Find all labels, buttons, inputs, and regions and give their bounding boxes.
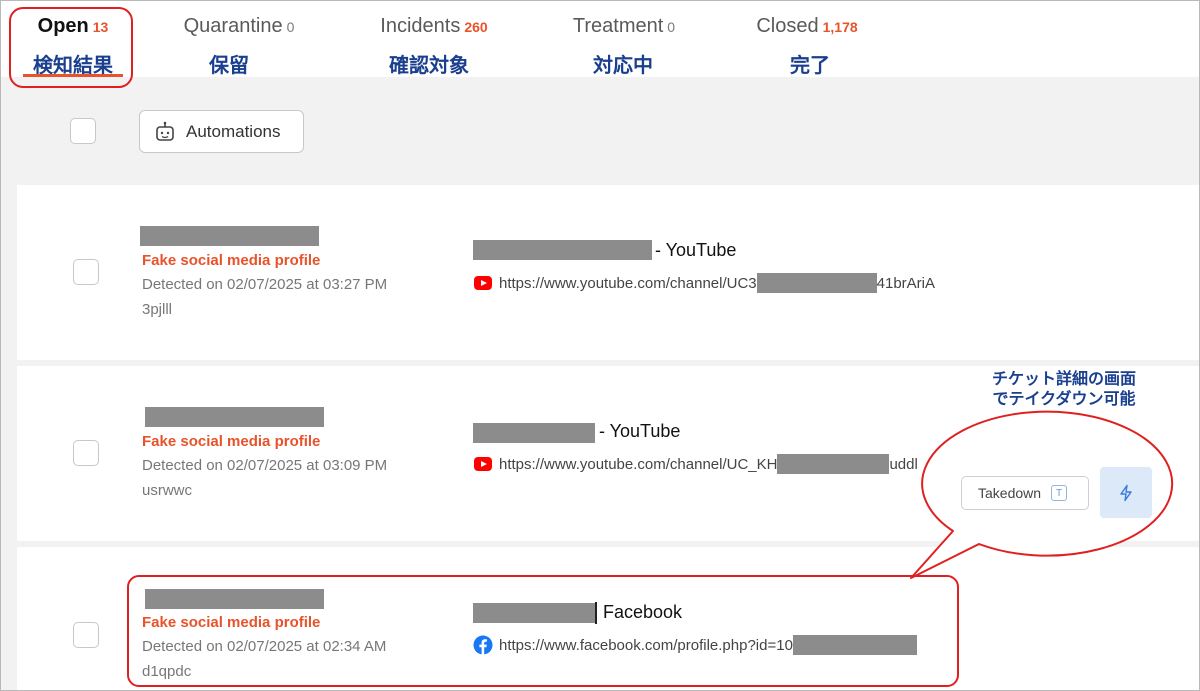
- url-prefix: https://www.youtube.com/channel/UC_KH: [499, 455, 778, 473]
- app-frame: Open 13 Quarantine 0 Incidents 260 Treatmen…: [0, 0, 1200, 691]
- threat-type-label: Fake social media profile: [142, 433, 321, 450]
- callout-line-1: チケット詳細の画面: [991, 369, 1136, 388]
- row-checkbox[interactable]: [73, 440, 99, 466]
- robot-icon: [156, 121, 174, 141]
- profile-url[interactable]: https://www.youtube.com/channel/UC_KH ud…: [473, 454, 918, 474]
- redacted-url-part: [756, 273, 877, 293]
- tab-treatment-label: Treatment: [572, 15, 664, 37]
- row-checkbox[interactable]: [73, 622, 99, 648]
- tab-closed-count: 1,178: [822, 19, 858, 35]
- detected-timestamp: Detected on 02/07/2025 at 03:09 PM: [142, 457, 388, 474]
- redacted-profile-name: [140, 226, 319, 246]
- tab-quarantine[interactable]: Quarantine 0: [164, 15, 314, 38]
- automations-button[interactable]: Automations: [139, 110, 304, 153]
- callout-line-2: でテイクダウン可能: [992, 389, 1136, 408]
- url-prefix: https://www.youtube.com/channel/UC3: [499, 274, 757, 292]
- tab-quarantine-count: 0: [286, 19, 295, 35]
- callout-annotation-text: チケット詳細の画面 でテイクダウン可能: [969, 369, 1159, 409]
- tab-quarantine-label: Quarantine: [183, 15, 283, 37]
- tab-incidents-jp-annotation: 確認対象: [389, 53, 469, 77]
- quick-action-button[interactable]: [1100, 467, 1152, 518]
- list-toolbar: Automations: [17, 81, 1199, 181]
- tab-incidents[interactable]: Incidents 260: [359, 15, 509, 38]
- redacted-profile-name: [145, 407, 324, 427]
- takedown-label: Takedown: [978, 485, 1042, 501]
- tab-treatment[interactable]: Treatment 0: [549, 15, 699, 38]
- open-tab-highlight-annotation: [9, 7, 133, 88]
- redacted-site-title: [473, 423, 595, 443]
- ticket-id: 3pjlll: [142, 301, 173, 318]
- tab-incidents-count: 260: [464, 19, 488, 35]
- status-tab-bar: Open 13 Quarantine 0 Incidents 260 Treatmen…: [1, 1, 1199, 77]
- detected-timestamp: Detected on 02/07/2025 at 03:27 PM: [142, 276, 388, 293]
- list-item[interactable]: Fake social media profile Detected on 02…: [17, 185, 1199, 360]
- youtube-icon: [474, 276, 492, 290]
- automations-label: Automations: [186, 121, 281, 141]
- select-all-checkbox[interactable]: [70, 118, 96, 144]
- redacted-url-part: [777, 454, 890, 474]
- url-suffix: 41brAriA: [876, 274, 935, 292]
- tab-treatment-count: 0: [667, 19, 676, 35]
- tab-incidents-label: Incidents: [380, 15, 461, 37]
- ticket-id: usrwwc: [142, 482, 193, 499]
- tab-closed[interactable]: Closed 1,178: [732, 15, 882, 38]
- tab-quarantine-jp-annotation: 保留: [209, 53, 249, 77]
- profile-url[interactable]: https://www.youtube.com/channel/UC3 41br…: [473, 273, 935, 293]
- tab-treatment-jp-annotation: 対応中: [593, 53, 653, 77]
- redacted-site-title: [473, 240, 652, 260]
- tab-closed-jp-annotation: 完了: [790, 53, 830, 77]
- youtube-icon: [474, 457, 492, 471]
- lightning-icon: [1120, 484, 1132, 501]
- shortcut-key-badge: T: [1051, 485, 1068, 501]
- site-title: - YouTube: [655, 240, 737, 260]
- row-checkbox[interactable]: [73, 259, 99, 285]
- takedown-button[interactable]: Takedown T: [961, 476, 1089, 510]
- tab-closed-label: Closed: [756, 15, 819, 37]
- item-highlight-annotation: [127, 575, 959, 687]
- site-title: - YouTube: [599, 421, 681, 441]
- threat-type-label: Fake social media profile: [142, 252, 321, 269]
